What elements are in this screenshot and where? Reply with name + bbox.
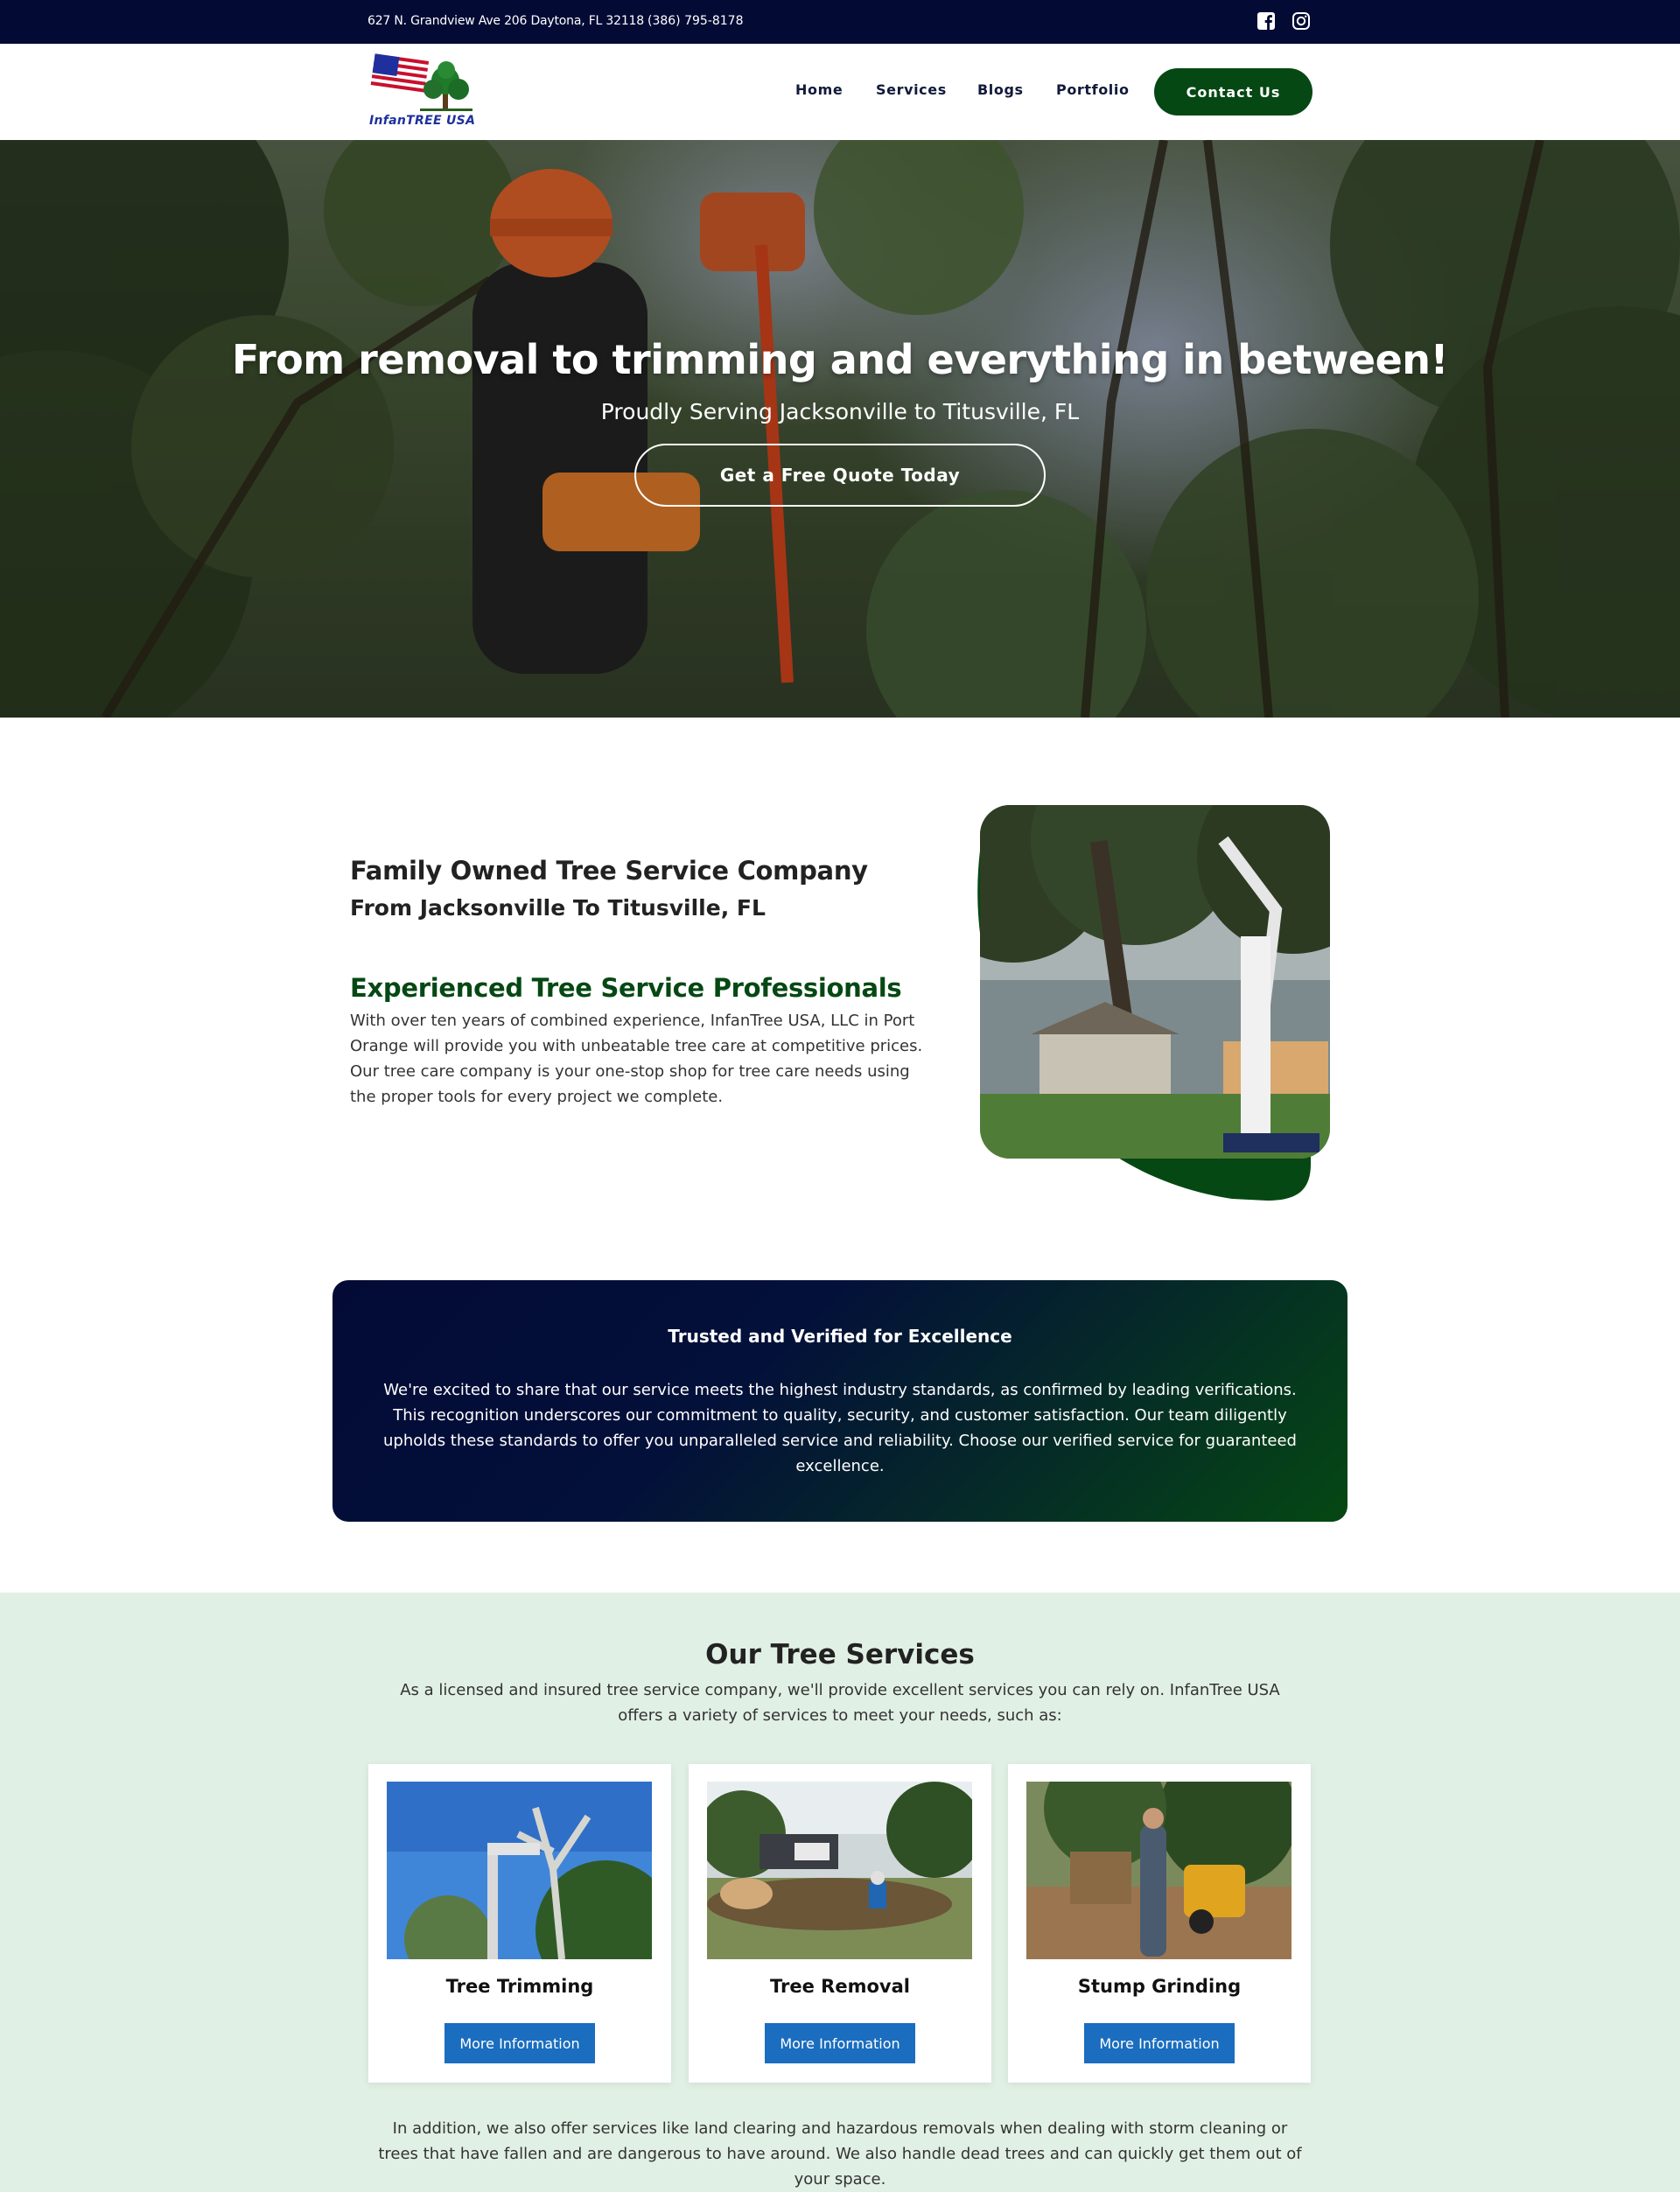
services-title: Our Tree Services <box>705 1639 975 1670</box>
services-section: Our Tree Services As a licensed and insu… <box>0 1593 1680 2192</box>
hero-section: From removal to trimming and everything … <box>0 140 1680 718</box>
facebook-icon[interactable] <box>1256 11 1276 31</box>
site-header: InfanTREE USA Home Services Blogs Portfo… <box>0 44 1680 140</box>
about-heading: Family Owned Tree Service Company <box>350 856 868 886</box>
service-card-tree-removal: Tree Removal More Information <box>689 1764 991 2083</box>
top-bar: 627 N. Grandview Ave 206 Daytona, FL 321… <box>0 0 1680 44</box>
logo-flag-tree-icon <box>370 53 472 111</box>
trusted-banner: Trusted and Verified for Excellence We'r… <box>332 1280 1348 1522</box>
service-card-stump-grinding: Stump Grinding More Information <box>1008 1764 1311 2083</box>
nav-portfolio[interactable]: Portfolio <box>1056 81 1130 98</box>
service-card-tree-trimming: Tree Trimming More Information <box>368 1764 671 2083</box>
more-info-button-tree-removal[interactable]: More Information <box>765 2023 915 2063</box>
about-image <box>977 805 1330 1201</box>
more-info-button-tree-trimming[interactable]: More Information <box>444 2023 595 2063</box>
hero-subtitle: Proudly Serving Jacksonville to Titusvil… <box>600 399 1080 424</box>
address-text: 627 N. Grandview Ave 206 Daytona, FL 321… <box>368 14 644 28</box>
card-title: Stump Grinding <box>1077 1976 1242 1997</box>
nav-blogs[interactable]: Blogs <box>977 81 1024 98</box>
tree-trimming-image <box>387 1782 652 1959</box>
hero-overlay <box>0 140 1680 718</box>
trusted-title: Trusted and Verified for Excellence <box>668 1326 1012 1347</box>
instagram-icon[interactable] <box>1292 11 1311 31</box>
trusted-body: We're excited to share that our service … <box>383 1381 1297 1475</box>
card-title: Tree Removal <box>770 1976 910 1997</box>
hero-title: From removal to trimming and everything … <box>231 336 1449 383</box>
free-quote-button[interactable]: Get a Free Quote Today <box>634 444 1046 507</box>
about-body: With over ten years of combined experien… <box>350 1012 923 1106</box>
contact-us-button[interactable]: Contact Us <box>1154 68 1312 116</box>
nav-home[interactable]: Home <box>795 81 843 98</box>
more-info-button-stump-grinding[interactable]: More Information <box>1084 2023 1235 2063</box>
phone-link[interactable]: (386) 795-8178 <box>648 14 744 28</box>
services-intro: As a licensed and insured tree service c… <box>400 1681 1280 1725</box>
services-footer-text: In addition, we also offer services like… <box>378 2119 1302 2188</box>
tree-removal-image <box>707 1782 972 1959</box>
about-subheading: From Jacksonville To Titusville, FL <box>350 895 766 921</box>
nav-services[interactable]: Services <box>876 81 947 98</box>
site-logo[interactable]: InfanTREE USA <box>368 53 476 131</box>
card-title: Tree Trimming <box>445 1976 594 1997</box>
logo-text: InfanTREE USA <box>369 114 476 128</box>
stump-grinding-image <box>1026 1782 1292 1959</box>
about-section-title: Experienced Tree Service Professionals <box>350 973 902 1003</box>
